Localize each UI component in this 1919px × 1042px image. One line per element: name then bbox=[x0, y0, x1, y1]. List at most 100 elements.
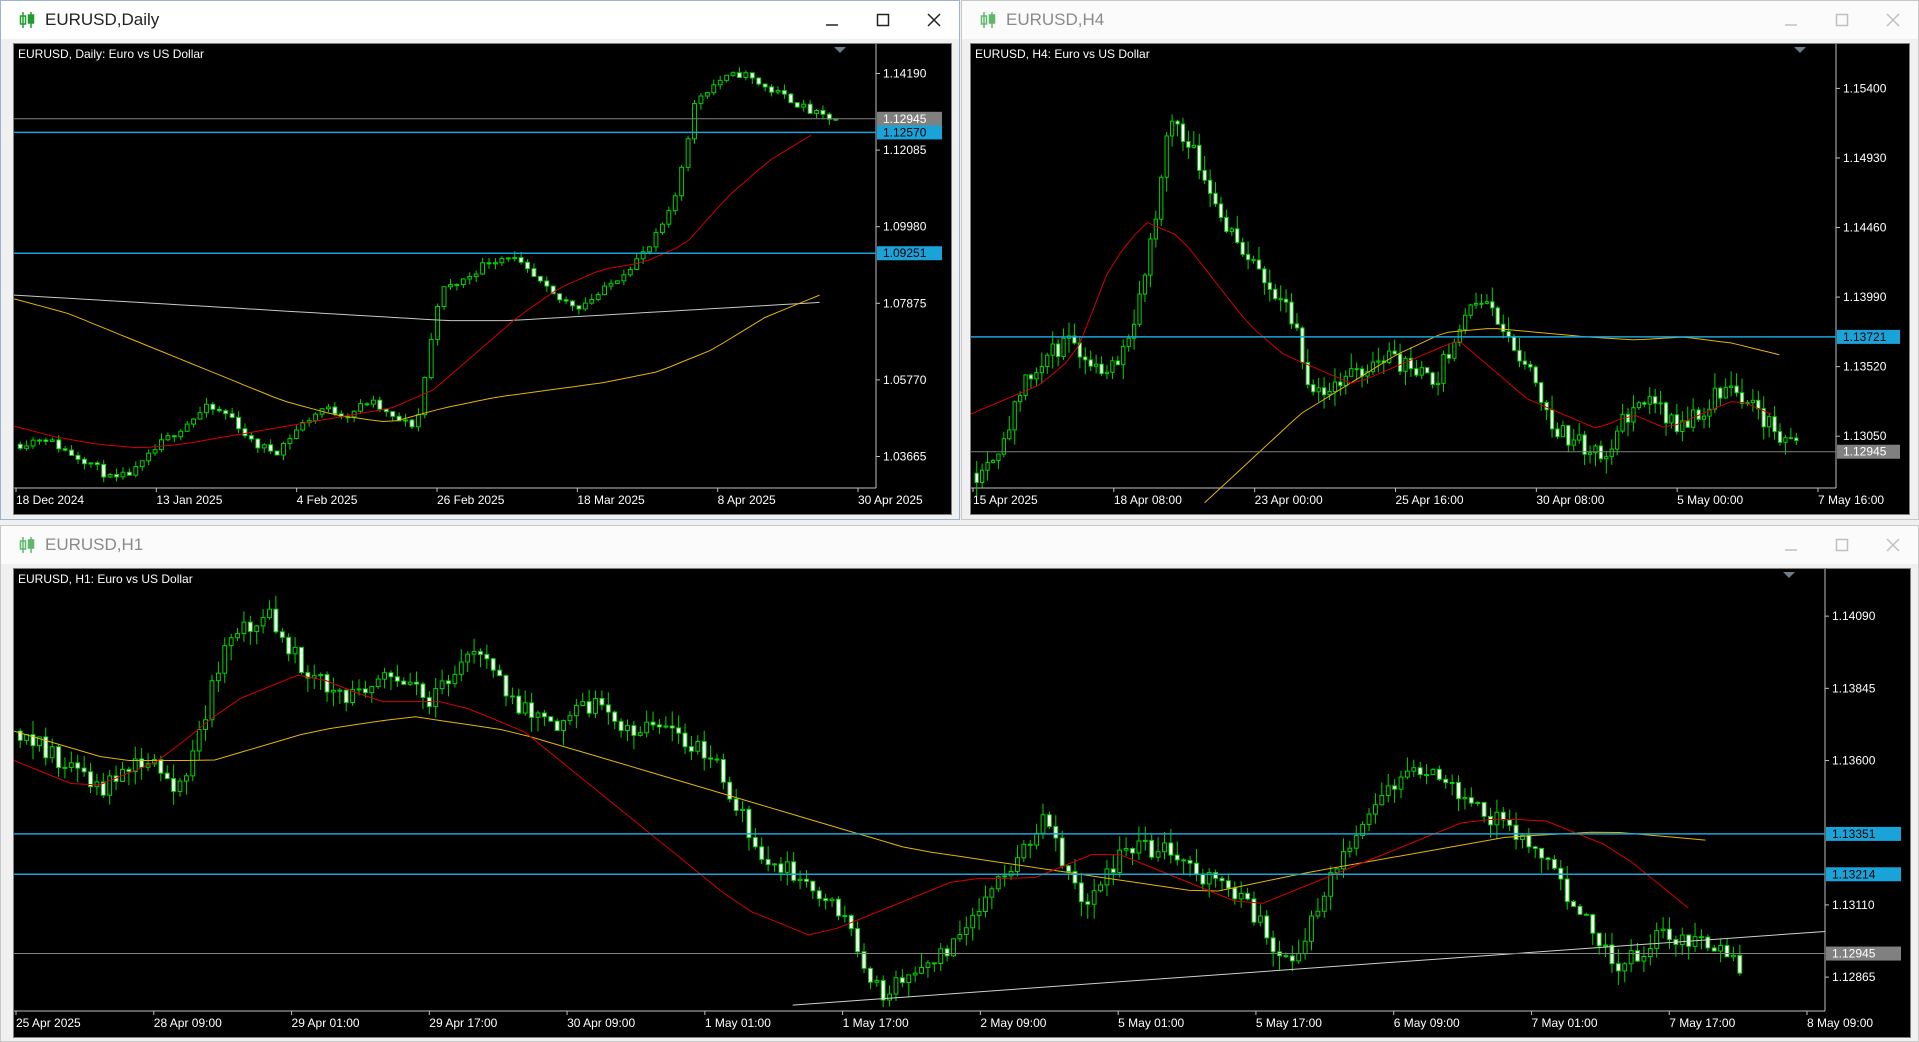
candle-body-bear bbox=[1181, 859, 1187, 862]
chart-area-h1[interactable]: EURUSD, H1: Euro vs US Dollar 1.14090 1.13… bbox=[13, 568, 1911, 1038]
candle-body-bear bbox=[390, 411, 396, 417]
candle-body-bear bbox=[1481, 801, 1487, 817]
minimize-button[interactable] bbox=[1765, 1, 1816, 39]
candle-body-bear bbox=[618, 720, 624, 732]
candle-body-bull bbox=[1620, 413, 1625, 432]
candle-body-bull bbox=[241, 621, 247, 635]
close-button[interactable] bbox=[1867, 526, 1918, 564]
candle-body-bear bbox=[94, 462, 100, 465]
candle-body-bear bbox=[236, 416, 241, 430]
candlestick-icon bbox=[19, 12, 35, 28]
minimize-button[interactable] bbox=[1765, 526, 1816, 564]
candle-body-bear bbox=[56, 439, 62, 450]
candle-body-bear bbox=[714, 758, 720, 761]
chart-area-h4[interactable]: EURUSD, H4: Euro vs US Dollar 1.15400 1.14… bbox=[970, 43, 1910, 515]
close-button[interactable] bbox=[1867, 1, 1918, 39]
candle-body-bear bbox=[1511, 336, 1517, 351]
candle-body-bear bbox=[216, 408, 222, 412]
candle-body-bear bbox=[1197, 144, 1202, 171]
candle-body-bear bbox=[1772, 416, 1777, 433]
candle-body-bull bbox=[1353, 835, 1359, 849]
candle-body-bear bbox=[861, 951, 867, 969]
candle-body-bear bbox=[1425, 367, 1430, 374]
chart-window-h1[interactable]: EURUSD,H1 EURUSD, H1: Euro vs US Dollar 1… bbox=[0, 525, 1919, 1042]
candle-body-bear bbox=[1264, 915, 1270, 939]
candle-body-bull bbox=[784, 861, 790, 873]
date-tick-label: 7 May 01:00 bbox=[1531, 1016, 1597, 1030]
candle-body-bull bbox=[146, 452, 152, 462]
chart-canvas[interactable]: EURUSD, Daily: Euro vs US Dollar 1.14190 1… bbox=[14, 44, 951, 514]
candle-body-bear bbox=[43, 439, 49, 442]
candle-body-bull bbox=[1142, 839, 1148, 842]
candle-body-bull bbox=[1021, 843, 1027, 859]
candle-body-bull bbox=[637, 732, 643, 736]
window-title: EURUSD,Daily bbox=[45, 10, 160, 29]
date-tick-label: 28 Apr 09:00 bbox=[154, 1016, 222, 1030]
candle-body-bear bbox=[1566, 425, 1571, 446]
candle-body-bull bbox=[1169, 120, 1175, 137]
close-icon bbox=[1885, 538, 1900, 552]
candle-body-bull bbox=[183, 775, 189, 782]
candle-body-bull bbox=[403, 419, 408, 422]
candle-body-bear bbox=[1225, 880, 1231, 889]
chart-window-h4[interactable]: EURUSD,H4 EURUSD, H4: Euro vs US Dollar 1… bbox=[961, 0, 1919, 520]
candle-body-bull bbox=[1229, 228, 1234, 232]
candle-body-bear bbox=[605, 704, 611, 713]
candle-body-bear bbox=[541, 712, 547, 718]
date-tick-label: 15 Apr 2025 bbox=[973, 493, 1038, 507]
candle-body-bull bbox=[1045, 354, 1050, 367]
candle-body-bear bbox=[286, 636, 292, 655]
candle-body-bear bbox=[1552, 858, 1557, 869]
maximize-button[interactable] bbox=[1816, 526, 1867, 564]
candle-body-bear bbox=[1311, 384, 1316, 393]
candle-body-bear bbox=[516, 695, 522, 714]
chart-symbol-label: EURUSD, Daily: Euro vs US Dollar bbox=[18, 47, 204, 61]
date-tick-label: 8 May 09:00 bbox=[1807, 1016, 1873, 1030]
candle-body-bear bbox=[1083, 356, 1088, 361]
candle-body-bear bbox=[1194, 862, 1199, 875]
minimize-button[interactable] bbox=[806, 1, 857, 39]
titlebar-daily[interactable]: EURUSD,Daily bbox=[1, 1, 959, 39]
candle-body-bear bbox=[1539, 847, 1545, 859]
candle-body-bull bbox=[561, 720, 566, 732]
candle-body-bear bbox=[765, 858, 771, 866]
titlebar-h4[interactable]: EURUSD,H4 bbox=[962, 1, 1918, 39]
candle-body-bear bbox=[210, 403, 216, 410]
candle-body-bull bbox=[522, 702, 528, 714]
candle-body-bull bbox=[627, 269, 633, 276]
candle-body-bear bbox=[1705, 936, 1711, 949]
chart-canvas[interactable]: EURUSD, H1: Euro vs US Dollar 1.14090 1.13… bbox=[14, 569, 1910, 1037]
candle-body-bull bbox=[1631, 407, 1636, 423]
titlebar-h1[interactable]: EURUSD,H1 bbox=[1, 526, 1918, 564]
close-button[interactable] bbox=[908, 1, 959, 39]
date-tick-label: 13 Jan 2025 bbox=[156, 493, 222, 507]
candlestick-icon bbox=[980, 12, 996, 28]
candle-body-bear bbox=[752, 837, 758, 848]
candle-body-bear bbox=[1590, 914, 1596, 934]
candle-body-bull bbox=[1376, 360, 1381, 363]
candle-body-bull bbox=[963, 927, 969, 935]
candle-body-bull bbox=[281, 443, 286, 456]
maximize-icon bbox=[1835, 13, 1848, 27]
chart-area-daily[interactable]: EURUSD, Daily: Euro vs US Dollar 1.14190 1… bbox=[13, 43, 952, 515]
candle-body-bull bbox=[1093, 363, 1099, 367]
candle-body-bull bbox=[313, 413, 319, 422]
maximize-button[interactable] bbox=[857, 1, 908, 39]
maximize-button[interactable] bbox=[1816, 1, 1867, 39]
candle-body-bull bbox=[1296, 953, 1302, 962]
candle-body-bull bbox=[1729, 385, 1734, 388]
date-tick-label: 25 Apr 2025 bbox=[16, 1016, 81, 1030]
chart-canvas[interactable]: EURUSD, H4: Euro vs US Dollar 1.15400 1.14… bbox=[971, 44, 1909, 514]
candle-body-bear bbox=[75, 762, 81, 769]
candle-body-bull bbox=[1104, 868, 1110, 886]
price-tick-label: 1.14460 bbox=[1843, 221, 1887, 235]
candle-body-bear bbox=[1262, 268, 1267, 284]
candle-body-bear bbox=[1490, 301, 1495, 309]
candle-body-bull bbox=[985, 461, 990, 471]
candle-body-bear bbox=[478, 650, 483, 655]
chart-window-daily[interactable]: EURUSD,Daily EURUSD, Daily: Euro vs US D… bbox=[0, 0, 960, 520]
candle-body-bear bbox=[781, 90, 787, 95]
candle-body-bull bbox=[1647, 396, 1652, 405]
candle-body-bear bbox=[769, 86, 774, 93]
candle-body-bear bbox=[75, 454, 81, 460]
